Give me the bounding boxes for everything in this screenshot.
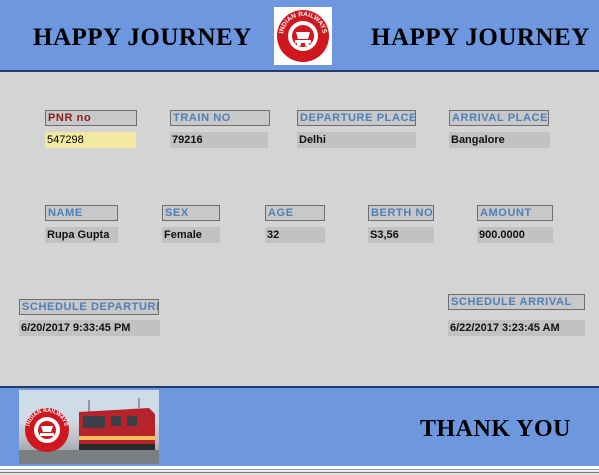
train-no-value: 79216 bbox=[170, 132, 268, 148]
header-right-text: HAPPY JOURNEY bbox=[371, 24, 590, 51]
amount-value: 900.0000 bbox=[477, 227, 553, 243]
train-locomotive-image: INDIAN RAILWAYS bbox=[19, 390, 159, 464]
arrival-place-label: ARRIVAL PLACE bbox=[449, 110, 549, 126]
amount-label: AMOUNT bbox=[477, 205, 553, 221]
schedule-arrival-label: SCHEDULE ARRIVAL bbox=[448, 294, 585, 310]
name-label: NAME bbox=[45, 205, 118, 221]
schedule-departure-value: 6/20/2017 9:33:45 PM bbox=[19, 320, 160, 336]
pnr-label: PNR no bbox=[45, 110, 137, 126]
header-left-text: HAPPY JOURNEY bbox=[33, 24, 252, 51]
schedule-departure-label: SCHEDULE DEPARTURE bbox=[19, 299, 159, 315]
departure-place-label: DEPARTURE PLACE bbox=[297, 110, 416, 126]
schedule-arrival-value: 6/22/2017 3:23:45 AM bbox=[448, 320, 585, 336]
berth-no-value: S3,56 bbox=[368, 227, 434, 243]
bottom-strip bbox=[0, 466, 599, 475]
sex-value: Female bbox=[162, 227, 220, 243]
sex-label: SEX bbox=[162, 205, 220, 221]
arrival-place-value: Bangalore bbox=[449, 132, 550, 148]
header-banner: HAPPY JOURNEY INDIAN RAILWAYS HAPPY JOUR… bbox=[0, 0, 599, 72]
age-value: 32 bbox=[265, 227, 325, 243]
train-no-label: TRAIN NO bbox=[170, 110, 270, 126]
thank-you-text: THANK YOU bbox=[420, 416, 571, 442]
age-label: AGE bbox=[265, 205, 325, 221]
name-value: Rupa Gupta bbox=[45, 227, 118, 243]
departure-place-value: Delhi bbox=[297, 132, 416, 148]
indian-railways-logo-icon: INDIAN RAILWAYS bbox=[274, 7, 332, 65]
pnr-value: 547298 bbox=[45, 132, 136, 148]
berth-no-label: BERTH NO bbox=[368, 205, 434, 221]
